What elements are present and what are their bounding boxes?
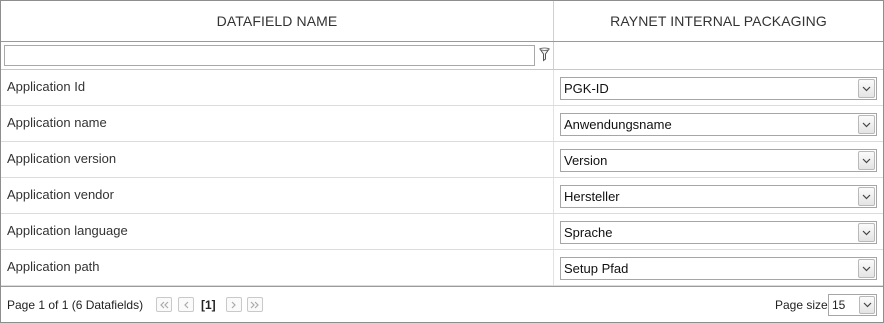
packaging-cell: Sprache xyxy=(554,214,883,249)
select-value: Version xyxy=(564,153,608,168)
select-value: Setup Pfad xyxy=(564,261,629,276)
chevron-down-icon[interactable] xyxy=(859,296,875,314)
grid-header: DATAFIELD NAME RAYNET INTERNAL PACKAGING xyxy=(1,1,883,42)
datafield-name-cell: Application language xyxy=(1,214,554,249)
chevron-down-icon[interactable] xyxy=(858,79,875,98)
table-row: Application Id PGK-ID xyxy=(1,70,883,106)
table-row: Application language Sprache xyxy=(1,214,883,250)
datafield-filter-input[interactable] xyxy=(4,45,535,66)
chevron-down-icon[interactable] xyxy=(858,259,875,278)
table-row: Application path Setup Pfad xyxy=(1,250,883,286)
datafield-name-cell: Application name xyxy=(1,106,554,141)
filter-cell-datafield xyxy=(1,42,554,69)
datafield-name-cell: Application version xyxy=(1,142,554,177)
select-value: Anwendungsname xyxy=(564,117,672,132)
packaging-mapping-select[interactable]: Version xyxy=(560,149,877,172)
grid-rows: Application Id PGK-ID Application name A… xyxy=(1,70,883,286)
chevron-down-icon[interactable] xyxy=(858,151,875,170)
filter-icon[interactable] xyxy=(539,47,550,63)
filter-row xyxy=(1,42,883,70)
datafield-name-cell: Application vendor xyxy=(1,178,554,213)
datafield-name-cell: Application Id xyxy=(1,70,554,105)
table-row: Application vendor Hersteller xyxy=(1,178,883,214)
packaging-cell: Version xyxy=(554,142,883,177)
column-header-datafield-name[interactable]: DATAFIELD NAME xyxy=(1,1,554,41)
pager-info: Page 1 of 1 (6 Datafields) xyxy=(7,298,144,312)
packaging-cell: Setup Pfad xyxy=(554,250,883,285)
filter-cell-packaging xyxy=(554,42,883,69)
packaging-mapping-select[interactable]: PGK-ID xyxy=(560,77,877,100)
select-value: PGK-ID xyxy=(564,81,609,96)
packaging-cell: Anwendungsname xyxy=(554,106,883,141)
prev-page-icon[interactable] xyxy=(178,297,194,312)
chevron-down-icon[interactable] xyxy=(858,115,875,134)
datafield-name-cell: Application path xyxy=(1,250,554,285)
table-row: Application name Anwendungsname xyxy=(1,106,883,142)
chevron-down-icon[interactable] xyxy=(858,187,875,206)
select-value: Hersteller xyxy=(564,189,620,204)
last-page-icon[interactable] xyxy=(247,297,263,312)
packaging-mapping-select[interactable]: Anwendungsname xyxy=(560,113,877,136)
chevron-down-icon[interactable] xyxy=(858,223,875,242)
select-value: Sprache xyxy=(564,225,613,240)
pager-bar: Page 1 of 1 (6 Datafields) [1] Page size… xyxy=(1,286,883,322)
page-size-select[interactable]: 15 xyxy=(828,294,877,316)
page-size-value: 15 xyxy=(832,298,846,312)
table-row: Application version Version xyxy=(1,142,883,178)
packaging-cell: PGK-ID xyxy=(554,70,883,105)
packaging-cell: Hersteller xyxy=(554,178,883,213)
datafield-mapping-grid: DATAFIELD NAME RAYNET INTERNAL PACKAGING… xyxy=(0,0,884,323)
page-size-label: Page size xyxy=(775,298,828,312)
packaging-mapping-select[interactable]: Hersteller xyxy=(560,185,877,208)
packaging-mapping-select[interactable]: Setup Pfad xyxy=(560,257,877,280)
column-header-raynet-internal-packaging[interactable]: RAYNET INTERNAL PACKAGING xyxy=(554,1,883,41)
next-page-icon[interactable] xyxy=(226,297,242,312)
current-page: [1] xyxy=(201,298,216,312)
packaging-mapping-select[interactable]: Sprache xyxy=(560,221,877,244)
first-page-icon[interactable] xyxy=(156,297,172,312)
